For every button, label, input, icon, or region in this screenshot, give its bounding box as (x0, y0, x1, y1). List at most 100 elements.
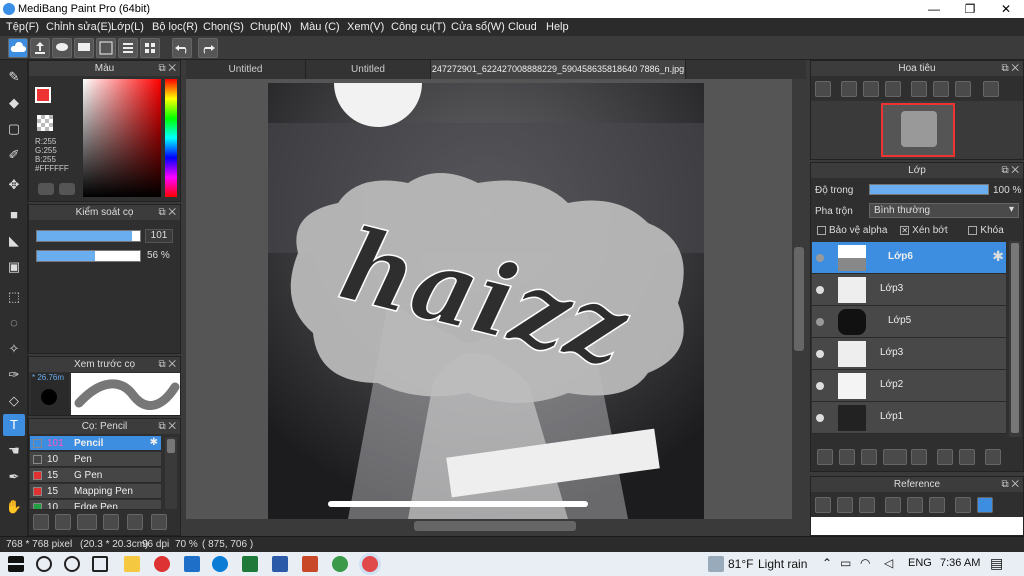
rectangle-icon[interactable]: ▢ (3, 118, 25, 140)
edge-icon[interactable] (212, 556, 228, 572)
layer-row[interactable]: Lớp5 (812, 306, 1006, 338)
fit-icon[interactable] (907, 497, 923, 513)
copy-brush-icon[interactable] (103, 514, 119, 530)
new-brush-icon[interactable] (55, 514, 71, 530)
brush-settings-icon[interactable]: ✱ (150, 437, 158, 448)
rotate-right-icon[interactable] (955, 81, 971, 97)
protect-alpha-checkbox[interactable] (817, 225, 826, 235)
blend-mode-select[interactable]: Bình thường ▾ (869, 203, 1019, 218)
duplicate-brush-icon[interactable] (151, 514, 167, 530)
eye-icon[interactable] (816, 318, 824, 326)
operation-icon[interactable]: ☚ (3, 440, 25, 462)
canvas-area[interactable]: haizz (186, 79, 792, 519)
panel-close-icon[interactable]: ⧉ ✕ (158, 61, 176, 76)
open-folder-icon[interactable] (837, 497, 853, 513)
brush-size-slider[interactable] (36, 230, 141, 242)
brush-menu-icon[interactable] (77, 514, 97, 530)
undo-icon[interactable] (172, 38, 192, 58)
canvas-horizontal-scrollbar[interactable] (186, 519, 806, 533)
word-icon[interactable] (272, 556, 288, 572)
layer-opacity-slider[interactable] (869, 184, 989, 195)
comment-icon[interactable] (74, 38, 94, 58)
layer-row[interactable]: Lớp6 ✱ (812, 242, 1006, 274)
select-eraser-icon[interactable]: ◇ (3, 390, 25, 412)
transparent-swatch[interactable] (37, 115, 53, 131)
redo-icon[interactable] (198, 38, 218, 58)
panel-close-icon[interactable]: ⧉ ✕ (1001, 163, 1019, 178)
close-icon[interactable] (859, 497, 875, 513)
bucket-icon[interactable]: ◣ (3, 230, 25, 252)
navigator-preview[interactable] (881, 103, 955, 157)
zoom-out-icon[interactable] (885, 81, 901, 97)
menu-layer[interactable]: Lớp(L) (111, 21, 144, 33)
panel-close-icon[interactable]: ⧉ ✕ (1001, 61, 1019, 76)
eye-icon[interactable] (816, 286, 824, 294)
brush-list-scrollbar[interactable] (165, 437, 177, 509)
panel-close-icon[interactable]: ⧉ ✕ (1001, 477, 1019, 492)
app-icon[interactable] (154, 556, 170, 572)
brush-item[interactable]: 15 G Pen (30, 468, 161, 483)
tab-untitled-1[interactable]: Untitled (186, 60, 306, 79)
duplicate-layer-icon[interactable] (937, 449, 953, 465)
merge-layer-icon[interactable] (959, 449, 975, 465)
fit-icon[interactable] (863, 81, 879, 97)
color-sv-picker[interactable] (83, 79, 161, 197)
menu-filter[interactable]: Bộ lọc(R) (152, 21, 198, 33)
notification-icon[interactable]: ▤ (990, 555, 1003, 572)
windows-start-icon[interactable] (8, 556, 24, 572)
clipping-checkbox[interactable]: ✕ (900, 225, 910, 235)
magic-wand-icon[interactable]: ✧ (3, 338, 25, 360)
menu-view[interactable]: Xem(V) (347, 21, 384, 33)
search-icon[interactable] (36, 556, 52, 572)
list-icon[interactable] (118, 38, 138, 58)
panel-icon[interactable] (96, 38, 116, 58)
excel-icon[interactable] (242, 556, 258, 572)
network-icon[interactable]: ▭ (840, 556, 851, 570)
eye-icon[interactable] (816, 382, 824, 390)
export-icon[interactable] (30, 38, 50, 58)
brush-item[interactable]: 10 Edge Pen (30, 500, 161, 510)
gradient-icon[interactable]: ▣ (3, 256, 25, 278)
flip-icon[interactable] (983, 81, 999, 97)
new-8bit-layer-icon[interactable] (861, 449, 877, 465)
layer-row[interactable]: Lớp3 (812, 338, 1006, 370)
brush-item[interactable]: 101 Pencil ✱ (30, 436, 161, 451)
cloud-icon[interactable] (8, 38, 28, 58)
file-explorer-icon[interactable] (124, 556, 140, 572)
brush-size-value[interactable]: 101 (145, 229, 173, 243)
reference-area[interactable] (811, 517, 1023, 535)
chat-icon[interactable] (52, 38, 72, 58)
text-icon[interactable]: T (3, 414, 25, 436)
pen-icon[interactable]: ✐ (3, 144, 25, 166)
wifi-icon[interactable]: ◠ (860, 556, 870, 570)
menu-cloud[interactable]: Cloud (508, 21, 537, 33)
foreground-color-swatch[interactable] (35, 87, 51, 103)
brush-item[interactable]: 10 Pen (30, 452, 161, 467)
rotate-left-icon[interactable] (911, 81, 927, 97)
eye-icon[interactable] (816, 414, 824, 422)
panel-close-icon[interactable]: ⧉ ✕ (158, 357, 176, 372)
chrome-icon[interactable] (332, 556, 348, 572)
palette-icon[interactable] (38, 183, 54, 195)
layer-list-scrollbar[interactable] (1009, 241, 1021, 437)
zoom-in-icon[interactable] (815, 81, 831, 97)
lasso-icon[interactable]: ◌ (3, 312, 25, 334)
new-layer-icon[interactable] (817, 449, 833, 465)
eraser-icon[interactable]: ◆ (3, 92, 25, 114)
task-view-icon[interactable] (92, 556, 108, 572)
select-pen-icon[interactable]: ✑ (3, 364, 25, 386)
canvas-vertical-scrollbar[interactable] (792, 79, 806, 519)
zoom-out-icon[interactable] (929, 497, 945, 513)
gear-icon[interactable]: ✱ (992, 248, 1004, 265)
artwork-canvas[interactable]: haizz (268, 83, 704, 519)
menu-color[interactable]: Màu (C) (300, 21, 340, 33)
zoom-in-icon[interactable] (885, 497, 901, 513)
layer-row[interactable]: Lớp3 (812, 274, 1006, 306)
eyedropper-icon[interactable]: ✒ (3, 466, 25, 488)
lock-checkbox[interactable] (968, 225, 978, 235)
medibang-taskbar-icon[interactable] (362, 556, 378, 572)
brush-item[interactable]: 15 Mapping Pen (30, 484, 161, 499)
layer-row[interactable]: Lớp2 (812, 370, 1006, 402)
tab-untitled-2[interactable]: Untitled (306, 60, 431, 79)
menu-file[interactable]: Tệp(F) (6, 21, 39, 33)
